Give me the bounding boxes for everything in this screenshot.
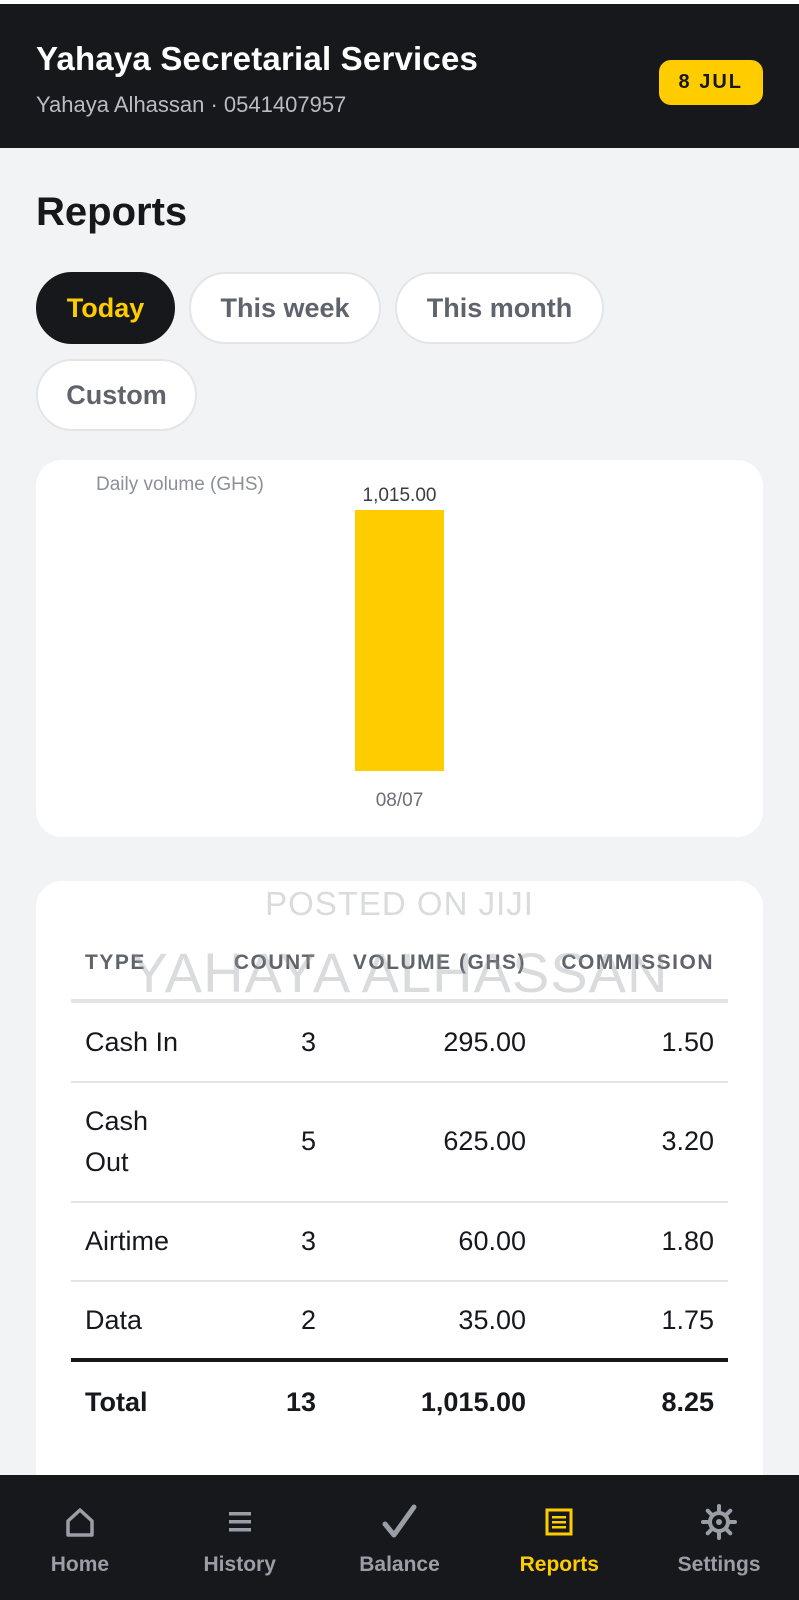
filter-chip-custom[interactable]: Custom — [36, 359, 197, 431]
cell-volume: 295.00 — [316, 1001, 526, 1083]
business-name: Yahaya Secretarial Services — [36, 40, 479, 77]
nav-item-history[interactable]: History — [160, 1475, 320, 1600]
report-table-card: TYPE COUNT VOLUME (GHS) COMMISSION Cash … — [36, 881, 763, 1501]
daily-volume-chart: Daily volume (GHS) 1,015.00 08/07 — [96, 474, 444, 811]
bar-value-label: 1,015.00 — [363, 485, 437, 506]
cell-volume: 625.00 — [316, 1082, 526, 1203]
chart-title: Daily volume (GHS) — [96, 474, 264, 495]
table-header-row: TYPE COUNT VOLUME (GHS) COMMISSION — [71, 927, 728, 1003]
home-icon — [64, 1499, 96, 1545]
report-icon — [544, 1499, 574, 1545]
total-count: 13 — [216, 1358, 316, 1442]
cell-count: 3 — [216, 1202, 316, 1282]
col-header-count: COUNT — [216, 927, 316, 1003]
cell-type: Cash In — [71, 1001, 216, 1083]
check-icon — [381, 1499, 417, 1545]
x-tick-label: 08/07 — [376, 790, 424, 811]
nav-label: History — [203, 1552, 276, 1576]
filter-chip-this-week[interactable]: This week — [189, 272, 381, 344]
chart-bar — [355, 510, 444, 771]
nav-label: Balance — [359, 1552, 440, 1576]
business-owner-phone: Yahaya Alhassan · 0541407957 — [36, 92, 347, 117]
nav-item-reports[interactable]: Reports — [479, 1475, 639, 1600]
filter-chip-today[interactable]: Today — [36, 272, 175, 344]
table-row: Airtime 3 60.00 1.80 — [71, 1202, 728, 1282]
nav-item-settings[interactable]: Settings — [639, 1475, 799, 1600]
list-icon — [227, 1499, 253, 1545]
table-row: Cash In 3 295.00 1.50 — [71, 1001, 728, 1083]
filter-chip-this-month[interactable]: This month — [395, 272, 604, 344]
cell-count: 3 — [216, 1001, 316, 1083]
cell-count: 5 — [216, 1082, 316, 1203]
daily-volume-chart-card: Daily volume (GHS) 1,015.00 08/07 — [36, 460, 763, 837]
cell-commission: 1.50 — [526, 1001, 728, 1083]
app-screen: Yahaya Secretarial Services Yahaya Alhas… — [0, 0, 799, 1600]
table-row: Cash Out 5 625.00 3.20 — [71, 1082, 728, 1203]
cell-commission: 1.80 — [526, 1202, 728, 1282]
cell-volume: 35.00 — [316, 1281, 526, 1361]
cell-commission: 1.75 — [526, 1281, 728, 1361]
col-header-commission: COMMISSION — [526, 927, 728, 1003]
col-header-type: TYPE — [71, 927, 216, 1003]
cell-volume: 60.00 — [316, 1202, 526, 1282]
nav-label: Reports — [519, 1552, 599, 1576]
cell-type: Airtime — [71, 1202, 216, 1282]
page-title: Reports — [36, 190, 188, 234]
app-header: Yahaya Secretarial Services Yahaya Alhas… — [0, 0, 799, 148]
cell-commission: 3.20 — [526, 1082, 728, 1203]
total-commission: 8.25 — [526, 1358, 728, 1442]
cell-count: 2 — [216, 1281, 316, 1361]
nav-label: Settings — [677, 1552, 761, 1576]
gear-icon — [701, 1499, 738, 1545]
table-row: Data 2 35.00 1.75 — [71, 1281, 728, 1361]
nav-item-home[interactable]: Home — [0, 1475, 160, 1600]
nav-item-balance[interactable]: Balance — [320, 1475, 480, 1600]
cell-type: Cash Out — [71, 1082, 216, 1203]
date-badge: 8 JUL — [658, 60, 763, 105]
cell-type: Data — [71, 1281, 216, 1361]
total-volume: 1,015.00 — [316, 1358, 526, 1442]
col-header-volume: VOLUME (GHS) — [316, 927, 526, 1003]
table-total-row: Total 13 1,015.00 8.25 — [71, 1358, 728, 1442]
report-table: TYPE COUNT VOLUME (GHS) COMMISSION Cash … — [71, 927, 728, 1442]
bottom-nav: Home History Balance Reports Settings — [0, 1475, 799, 1600]
total-label: Total — [71, 1358, 216, 1442]
nav-label: Home — [50, 1552, 110, 1576]
